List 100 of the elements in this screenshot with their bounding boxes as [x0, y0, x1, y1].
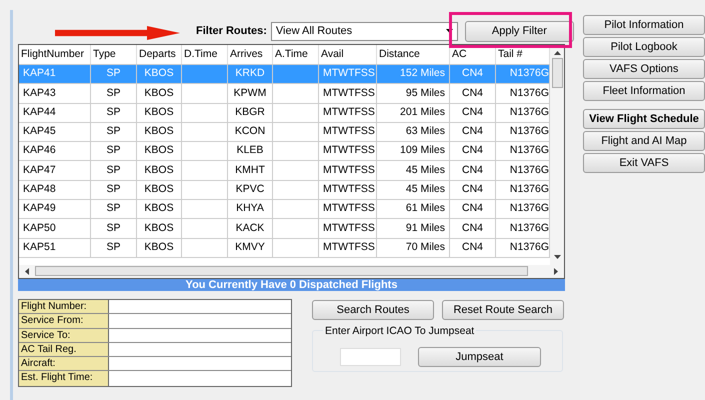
table-row[interactable]: KAP45 SP KBOS KCON MTWTFSS 63 Miles CN4 N1376G: [19, 122, 550, 142]
field-label: AC Tail Reg.: [19, 342, 109, 356]
scroll-down-icon[interactable]: [554, 254, 560, 259]
scroll-up-icon[interactable]: [554, 51, 560, 55]
table-cell: MTWTFSS: [319, 84, 377, 103]
scroll-right-icon[interactable]: [554, 268, 558, 275]
table-cell: MTWTFSS: [319, 180, 377, 200]
table-cell: SP: [91, 200, 137, 218]
table-row[interactable]: KAP49 SP KBOS KHYA MTWTFSS 61 Miles CN4 N1376G: [19, 199, 550, 218]
status-bar: You Currently Have 0 Dispatched Flights: [18, 278, 565, 291]
table-cell: SP: [91, 161, 137, 180]
table-cell: 91 Miles: [377, 219, 450, 238]
search-routes-button[interactable]: Search Routes: [312, 300, 434, 320]
scrollbar-thumb[interactable]: [35, 266, 528, 276]
table-cell: KPWM: [228, 84, 273, 103]
sidebar-button[interactable]: Flight and AI Map: [583, 131, 705, 151]
table-cell: SP: [91, 104, 137, 122]
sidebar-button[interactable]: Pilot Information: [583, 15, 705, 35]
table-cell: KMHT: [228, 161, 273, 180]
icao-input-field[interactable]: [340, 348, 401, 366]
table-cell: KBOS: [137, 219, 182, 238]
sidebar-button[interactable]: VAFS Options: [583, 59, 705, 79]
table-cell: KAP43: [19, 84, 91, 103]
vertical-scrollbar[interactable]: [550, 45, 564, 265]
table-cell: SP: [91, 142, 137, 160]
table-cell: 63 Miles: [377, 122, 450, 142]
scrollbar-thumb[interactable]: [552, 58, 562, 88]
table-cell: KBOS: [137, 104, 182, 122]
table-cell: CN4: [450, 200, 496, 218]
table-cell: 109 Miles: [377, 142, 450, 160]
table-cell: KAP44: [19, 104, 91, 122]
sidebar-button[interactable]: Exit VAFS: [583, 153, 705, 173]
table-cell: MTWTFSS: [319, 161, 377, 180]
table-row[interactable]: KAP48 SP KBOS KPVC MTWTFSS 45 Miles CN4 N1376G: [19, 180, 550, 200]
table-cell: KAP49: [19, 200, 91, 218]
table-cell: KHYA: [228, 200, 273, 218]
table-cell: KBOS: [137, 65, 182, 84]
table-cell: KAP48: [19, 180, 91, 200]
reset-search-button[interactable]: Reset Route Search: [442, 300, 564, 320]
table-cell: CN4: [450, 161, 496, 180]
table-cell: KBOS: [137, 84, 182, 103]
table-cell: 95 Miles: [377, 84, 450, 103]
table-cell: KBOS: [137, 142, 182, 160]
table-cell: CN4: [450, 219, 496, 238]
table-cell: SP: [91, 238, 137, 257]
table-cell: MTWTFSS: [319, 219, 377, 238]
table-cell: MTWTFSS: [319, 200, 377, 218]
apply-filter-button[interactable]: Apply Filter: [464, 20, 574, 42]
table-cell: KACK: [228, 219, 273, 238]
table-cell: SP: [91, 65, 137, 84]
sidebar-button[interactable]: Pilot Logbook: [583, 37, 705, 57]
table-row[interactable]: KAP50 SP KBOS KACK MTWTFSS 91 Miles CN4 N1376G: [19, 218, 550, 238]
table-cell: 45 Miles: [377, 180, 450, 200]
table-cell: KBGR: [228, 104, 273, 122]
jumpseat-legend: Enter Airport ICAO To Jumpseat: [323, 324, 476, 337]
table-row[interactable]: KAP47 SP KBOS KMHT MTWTFSS 45 Miles CN4 N1376G: [19, 160, 550, 180]
table-cell: CN4: [450, 238, 496, 257]
table-cell: CN4: [450, 122, 496, 142]
table-cell: CN4: [450, 180, 496, 200]
jumpseat-button[interactable]: Jumpseat: [418, 346, 541, 367]
table-cell: KLEB: [228, 142, 273, 160]
table-cell: KAP50: [19, 219, 91, 238]
table-row[interactable]: KAP44 SP KBOS KBGR MTWTFSS 201 Miles CN4 N1376G: [19, 102, 550, 122]
table-row[interactable]: KAP43 SP KBOS KPWM MTWTFSS 95 Miles CN4 N1376G: [19, 83, 550, 103]
table-cell: KMVY: [228, 238, 273, 257]
table-cell: KBOS: [137, 238, 182, 257]
table-cell: KBOS: [137, 161, 182, 180]
field-label: Service To:: [19, 328, 109, 342]
horizontal-scrollbar[interactable]: [19, 264, 564, 278]
table-cell: MTWTFSS: [319, 104, 377, 122]
table-cell: KAP47: [19, 161, 91, 180]
table-cell: KBOS: [137, 122, 182, 142]
table-row[interactable]: KAP51 SP KBOS KMVY MTWTFSS 70 Miles CN4 N1376G: [19, 238, 550, 257]
field-label: Flight Number:: [19, 300, 109, 314]
table-cell: SP: [91, 219, 137, 238]
scroll-left-icon[interactable]: [25, 268, 29, 275]
table-cell: KBOS: [137, 200, 182, 218]
table-cell: SP: [91, 180, 137, 200]
table-cell: MTWTFSS: [319, 65, 377, 84]
filter-dropdown[interactable]: View All Routes: [270, 22, 458, 40]
table-cell: KAP46: [19, 142, 91, 160]
table-row[interactable]: KAP46 SP KBOS KLEB MTWTFSS 109 Miles CN4 N1376G: [19, 141, 550, 160]
filter-label: Filter Routes:: [196, 24, 267, 39]
table-cell: 45 Miles: [377, 161, 450, 180]
table-cell: CN4: [450, 142, 496, 160]
table-cell: KAP51: [19, 238, 91, 257]
sidebar-button[interactable]: View Flight Schedule: [583, 109, 705, 129]
table-cell: MTWTFSS: [319, 142, 377, 160]
table-cell: KBOS: [137, 180, 182, 200]
table-cell: KAP45: [19, 122, 91, 142]
table-cell: KPVC: [228, 180, 273, 200]
table-cell: 152 Miles: [377, 65, 450, 84]
table-cell: MTWTFSS: [319, 238, 377, 257]
field-label: Service From:: [19, 314, 109, 328]
dropdown-caret-icon: [446, 29, 453, 33]
table-cell: CN4: [450, 84, 496, 103]
field-label: Est. Flight Time:: [19, 371, 109, 386]
table-cell: 201 Miles: [377, 104, 450, 122]
sidebar-button[interactable]: Fleet Information: [583, 81, 705, 101]
table-cell: KAP41: [19, 65, 91, 84]
